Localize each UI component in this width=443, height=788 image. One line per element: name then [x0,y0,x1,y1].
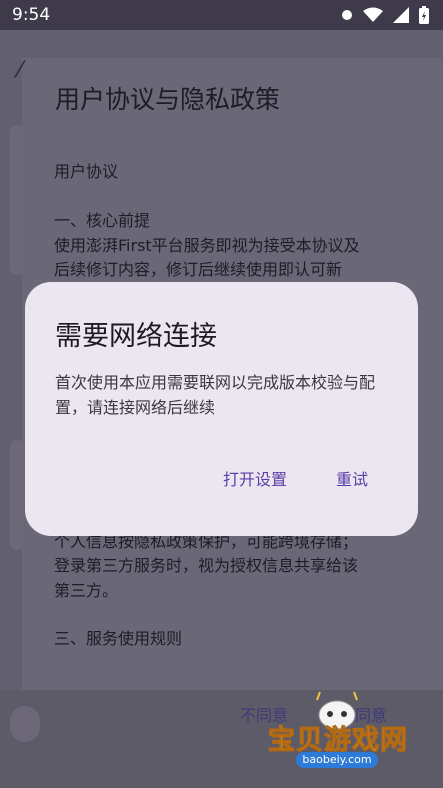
status-icons [341,6,429,24]
status-time: 9:54 [12,5,51,25]
dialog-title: 需要网络连接 [55,321,217,352]
wifi-icon [363,7,383,22]
app-menu-icon[interactable]: ⁄ [18,58,36,83]
agreement-line: 后续修订内容，修订后继续使用即认可新 [54,260,343,279]
section-heading: 一、核心前提 [54,211,151,230]
battery-icon [419,6,429,24]
signal-dot-icon [342,10,352,20]
cell-signal-icon [393,7,409,23]
status-bar: 9:54 [0,0,443,30]
agreement-line: 使用澎湃First平台服务即视为接受本协议及 [54,236,360,255]
network-dialog: 需要网络连接 首次使用本应用需要联网以完成版本校验与配置，请连接网络后继续 打开… [25,282,418,536]
background-card [10,125,24,275]
agreement-line: 第三方。 [54,581,119,600]
background-card [10,440,24,550]
agreement-title: 用户协议与隐私政策 [55,85,281,114]
dialog-message: 首次使用本应用需要联网以完成版本校验与配置，请连接网络后继续 [55,373,376,417]
agreement-heading: 用户协议 [54,162,119,181]
background-button [10,706,40,742]
open-settings-button[interactable]: 打开设置 [223,466,287,490]
section-heading: 三、服务使用规则 [54,629,183,648]
watermark-url: baobeiy.com [296,752,378,768]
retry-button[interactable]: 重试 [336,466,368,490]
agreement-line: 登录第三方服务时，视为授权信息共享给该 [54,556,359,575]
